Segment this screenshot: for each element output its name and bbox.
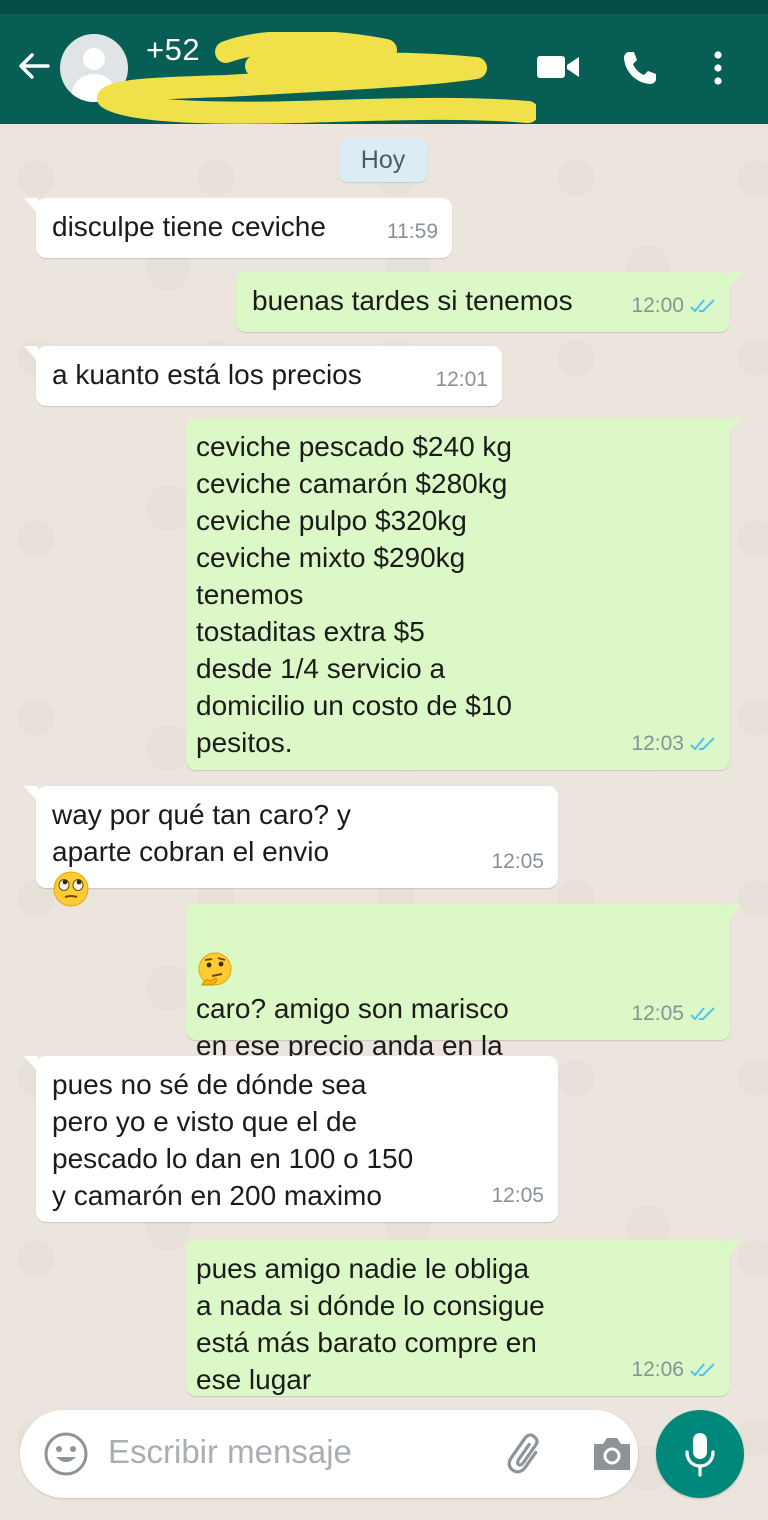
- camera-icon[interactable]: [590, 1434, 634, 1474]
- voice-message-button[interactable]: [656, 1410, 744, 1498]
- rolling-eyes-emoji-icon: [53, 871, 89, 907]
- message-time: 12:05: [491, 850, 544, 873]
- message-text: ceviche pescado $240 kg ceviche camarón …: [196, 431, 512, 758]
- date-label: Hoy: [339, 138, 427, 182]
- read-ticks-icon: [690, 1362, 715, 1376]
- redaction-scribble: [97, 32, 536, 124]
- message-time: 12:06: [631, 1358, 684, 1381]
- incoming-message[interactable]: way por qué tan caro? y aparte cobran el…: [24, 786, 558, 907]
- incoming-message[interactable]: disculpe tiene ceviche 11:59: [24, 198, 452, 258]
- message-time: 12:01: [435, 368, 488, 391]
- attach-icon[interactable]: [504, 1432, 550, 1478]
- microphone-icon: [685, 1433, 715, 1477]
- incoming-message[interactable]: pues no sé de dónde sea pero yo e visto …: [24, 1056, 558, 1222]
- thinking-face-emoji-icon: [198, 952, 232, 986]
- message-time: 12:05: [491, 1184, 544, 1207]
- message-text: pues no sé de dónde sea pero yo e visto …: [52, 1069, 414, 1211]
- emoji-icon[interactable]: [42, 1430, 90, 1478]
- more-options-icon[interactable]: [708, 48, 728, 88]
- message-text: disculpe tiene ceviche: [52, 211, 326, 242]
- phone-icon[interactable]: [620, 48, 660, 88]
- read-ticks-icon: [690, 1006, 715, 1020]
- message-composer: Escribir mensaje: [20, 1410, 638, 1498]
- message-time: 11:59: [387, 220, 438, 243]
- message-text: a kuanto está los precios: [52, 359, 362, 390]
- outgoing-message[interactable]: buenas tardes si tenemos 12:00: [236, 272, 742, 332]
- video-call-icon[interactable]: [536, 50, 580, 84]
- chat-header: +52 6: [0, 14, 768, 124]
- read-ticks-icon: [690, 298, 715, 312]
- message-text-line1: way por qué tan caro? y: [52, 799, 351, 830]
- message-text-line1: caro? amigo son marisco: [196, 993, 509, 1024]
- outgoing-message[interactable]: pues amigo nadie le obliga a nada si dón…: [186, 1240, 742, 1396]
- back-arrow-icon[interactable]: [14, 46, 54, 86]
- outgoing-message[interactable]: caro? amigo son marisco en ese precio an…: [186, 904, 742, 1098]
- outgoing-message[interactable]: ceviche pescado $240 kg ceviche camarón …: [186, 418, 742, 770]
- message-time: 12:05: [631, 1002, 684, 1025]
- message-time: 12:03: [631, 732, 684, 755]
- message-input[interactable]: Escribir mensaje: [108, 1433, 352, 1471]
- message-time: 12:00: [631, 294, 684, 317]
- read-ticks-icon: [690, 736, 715, 750]
- incoming-message[interactable]: a kuanto está los precios 12:01: [24, 346, 502, 406]
- message-text-line2: aparte cobran el envio: [52, 836, 330, 867]
- status-bar: [0, 0, 768, 14]
